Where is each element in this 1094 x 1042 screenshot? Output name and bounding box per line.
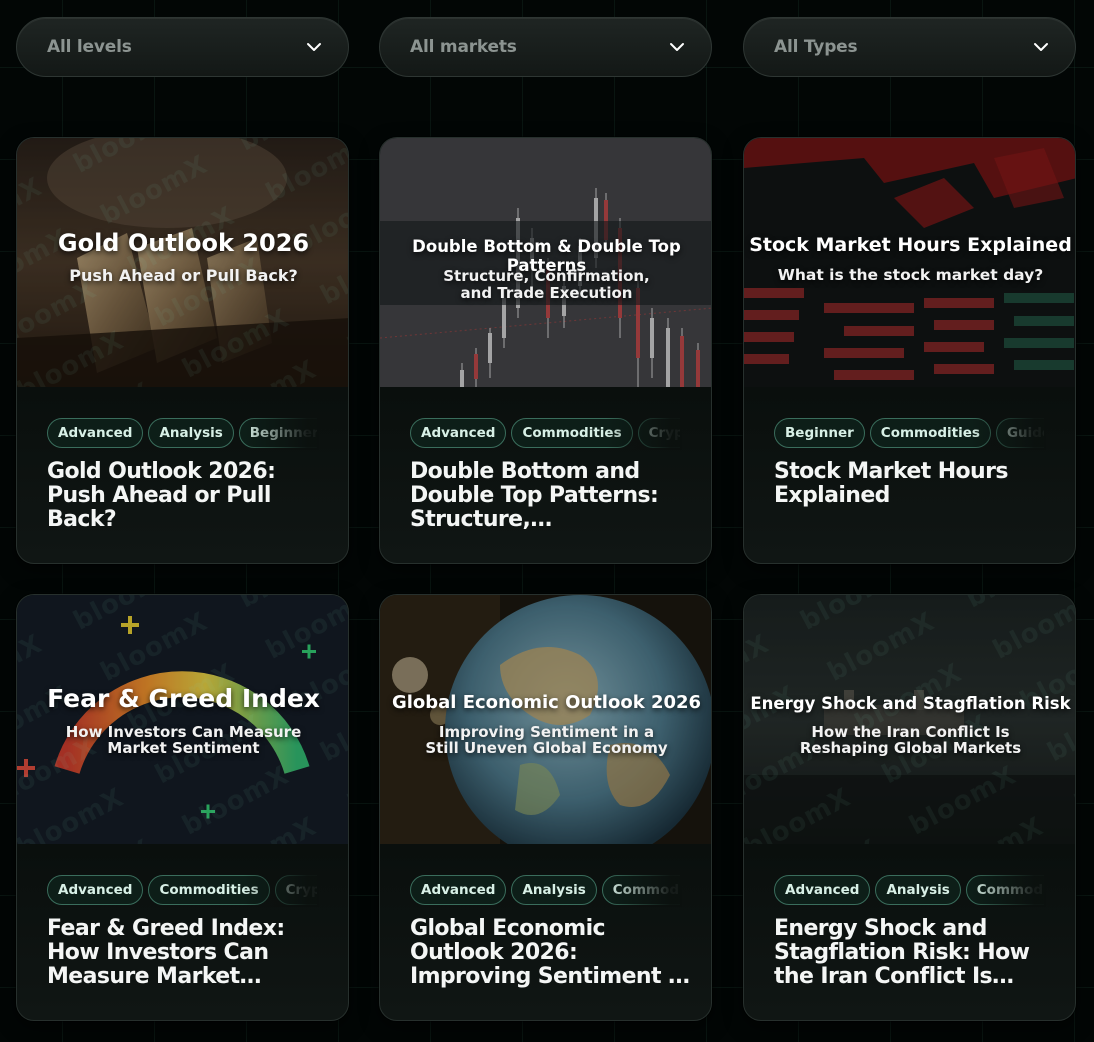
- market-filter-select[interactable]: All markets: [379, 17, 712, 77]
- tag-chip[interactable]: Advanced: [410, 875, 507, 905]
- card-title[interactable]: Gold Outlook 2026: Push Ahead or Pull Ba…: [47, 460, 327, 532]
- card-title[interactable]: Energy Shock and Stagflation Risk: How t…: [774, 917, 1054, 989]
- thumbnail-subtitle: What is the stock market day?: [777, 266, 1044, 284]
- thumbnail-subtitle: Structure, Confirmation,: [443, 267, 650, 285]
- market-filter-label: All markets: [410, 37, 517, 57]
- tag-list: BeginnerCommoditiesGuides: [774, 418, 1044, 450]
- chevron-down-icon: [670, 43, 684, 51]
- tag-chip[interactable]: Crypto: [274, 875, 317, 905]
- tag-chip[interactable]: Analysis: [875, 875, 961, 905]
- card-title[interactable]: Global Economic Outlook 2026: Improving …: [410, 917, 690, 989]
- card-title[interactable]: Fear & Greed Index: How Investors Can Me…: [47, 917, 327, 989]
- type-filter-label: All Types: [774, 37, 858, 57]
- card-title[interactable]: Double Bottom and Double Top Patterns: S…: [410, 460, 690, 532]
- card-title[interactable]: Stock Market Hours Explained: [774, 460, 1054, 508]
- thumbnail-subtitle: and Trade Execution: [460, 284, 633, 302]
- tag-list: AdvancedAnalysisCommodities: [410, 875, 680, 907]
- sentiment-gauge-image: [17, 595, 348, 844]
- article-card-fear-greed[interactable]: bloomX bloomX bloomX bloomX bloomX bloom…: [16, 594, 349, 1021]
- thumbnail-subtitle: Market Sentiment: [107, 739, 260, 757]
- thumbnail-subtitle: Reshaping Global Markets: [799, 739, 1022, 757]
- thumbnail-title: Fear & Greed Index: [47, 684, 320, 713]
- tag-chip[interactable]: Analysis: [511, 875, 597, 905]
- thumbnail-title: Energy Shock and Stagflation Risk: [750, 694, 1071, 713]
- gold-bars-image: [17, 138, 348, 387]
- thumbnail-subtitle: Push Ahead or Pull Back?: [69, 266, 298, 285]
- tag-list: AdvancedCommoditiesCrypto: [47, 875, 317, 907]
- tag-list: AdvancedCommoditiesCrypto: [410, 418, 680, 450]
- card-thumbnail: Stock Market Hours Explained What is the…: [744, 138, 1075, 387]
- tag-chip[interactable]: Beginner: [238, 418, 317, 448]
- chevron-down-icon: [1034, 43, 1048, 51]
- tag-chip[interactable]: Beginner: [774, 418, 865, 448]
- tag-chip[interactable]: Commodities: [869, 418, 991, 448]
- tag-chip[interactable]: Advanced: [47, 875, 144, 905]
- card-thumbnail: Double Bottom & Double Top Patterns Stru…: [380, 138, 711, 387]
- thumbnail-title: Global Economic Outlook 2026: [391, 692, 702, 713]
- tag-chip[interactable]: Guides: [995, 418, 1044, 448]
- tag-chip[interactable]: Crypto: [637, 418, 680, 448]
- thumbnail-title: Gold Outlook 2026: [57, 229, 310, 257]
- level-filter-label: All levels: [47, 37, 132, 57]
- stock-ticker-board-image: [744, 138, 1075, 387]
- article-card-gold-outlook[interactable]: bloomX bloomX bloomX bloomX bloomX bloom…: [16, 137, 349, 564]
- card-thumbnail: bloomX bloomX bloomX bloomX bloomX bloom…: [17, 595, 348, 844]
- level-filter-select[interactable]: All levels: [16, 17, 349, 77]
- article-card-global-economic-outlook[interactable]: Global Economic Outlook 2026 Improving S…: [379, 594, 712, 1021]
- tag-chip[interactable]: Commodities: [965, 875, 1044, 905]
- tag-chip[interactable]: Advanced: [410, 418, 507, 448]
- card-thumbnail: bloomX bloomX bloomX bloomX bloomX bloom…: [17, 138, 348, 387]
- tag-list: AdvancedAnalysisCommodities: [774, 875, 1044, 907]
- article-card-energy-shock[interactable]: bloomX bloomX bloomX bloomX bloomX bloom…: [743, 594, 1076, 1021]
- tag-chip[interactable]: Commodities: [601, 875, 680, 905]
- chevron-down-icon: [307, 43, 321, 51]
- tag-chip[interactable]: Commodities: [511, 418, 633, 448]
- thumbnail-subtitle: Still Uneven Global Economy: [425, 739, 668, 757]
- article-card-double-bottom[interactable]: Double Bottom & Double Top Patterns Stru…: [379, 137, 712, 564]
- card-thumbnail: Global Economic Outlook 2026 Improving S…: [380, 595, 711, 844]
- type-filter-select[interactable]: All Types: [743, 17, 1076, 77]
- tag-chip[interactable]: Commodities: [148, 875, 270, 905]
- card-thumbnail: bloomX bloomX bloomX bloomX bloomX bloom…: [744, 595, 1075, 844]
- thumbnail-title: Stock Market Hours Explained: [749, 234, 1072, 256]
- tag-chip[interactable]: Advanced: [47, 418, 144, 448]
- globe-image: [380, 595, 711, 844]
- tag-list: Advanced Analysis Beginner: [47, 418, 317, 450]
- tag-chip[interactable]: Analysis: [148, 418, 234, 448]
- energy-infrastructure-image: [744, 595, 1075, 844]
- tag-chip[interactable]: Advanced: [774, 875, 871, 905]
- filter-bar: All levels All markets All Types: [16, 17, 1076, 77]
- article-card-stock-market-hours[interactable]: Stock Market Hours Explained What is the…: [743, 137, 1076, 564]
